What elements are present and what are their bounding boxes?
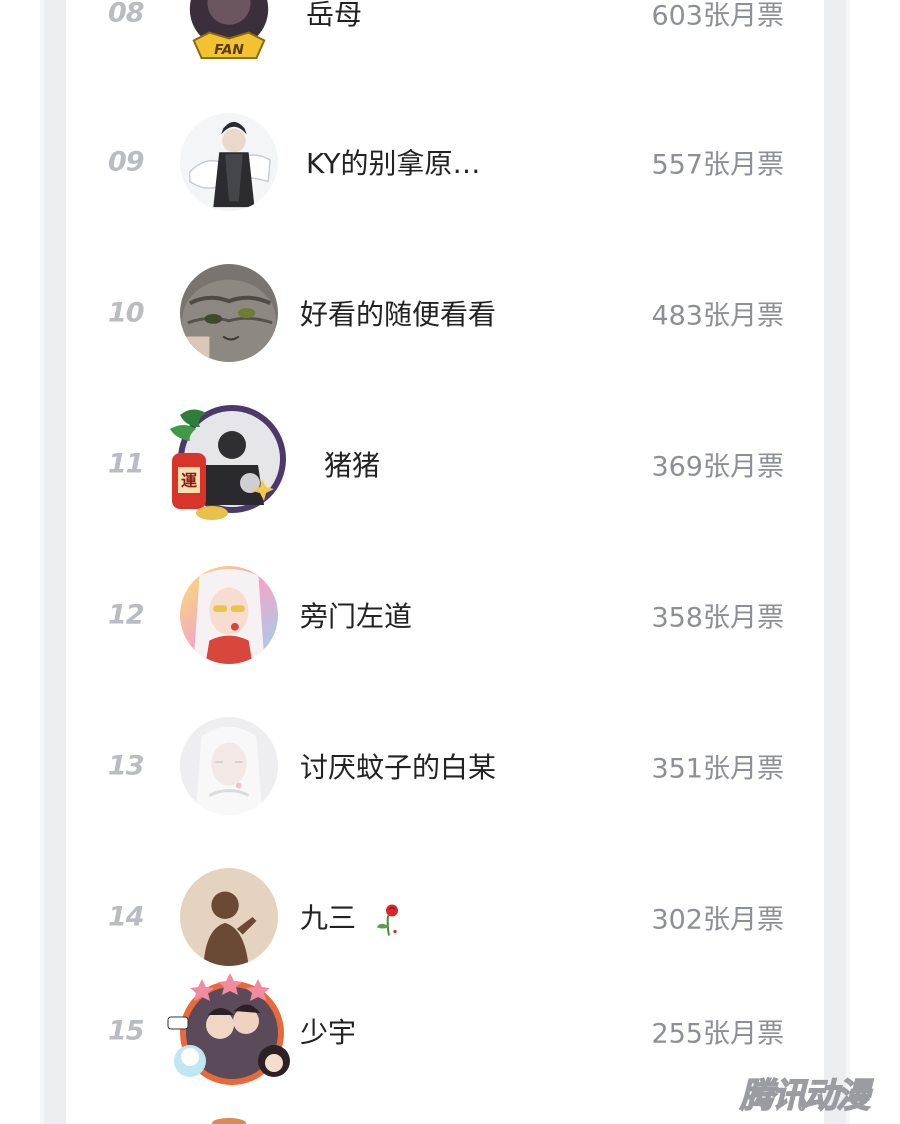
ticket-count: 255张月票 — [651, 1018, 784, 1050]
gutter-highlight — [846, 0, 850, 1124]
user-name: 好看的随便看看 — [300, 298, 497, 331]
swordsman-avatar-icon[interactable] — [180, 113, 278, 211]
ranking-row[interactable]: 09 KY的别拿原… 557张月票 — [66, 107, 824, 217]
rank-number: 09 — [108, 146, 145, 178]
watermark-logo: 腾讯动漫 — [739, 1075, 871, 1117]
rank-number: 11 — [108, 448, 145, 480]
ranking-row[interactable]: 13 讨厌蚊子的白某 351张月票 — [66, 711, 824, 821]
ranking-row[interactable]: 15 少宇 255张月票 — [66, 973, 824, 1086]
user-name: KY的别拿原… — [306, 147, 481, 180]
ranking-row[interactable]: 14 九三 302张月票 — [66, 862, 824, 972]
pale-avatar-icon[interactable] — [180, 717, 278, 815]
svg-text:運: 運 — [181, 471, 197, 490]
right-side-gutter — [824, 0, 850, 1124]
cat-avatar-icon[interactable] — [180, 264, 278, 362]
ranking-row[interactable]: 08 FAN 岳母 603张月票 — [66, 0, 824, 68]
silhouette-avatar-icon[interactable] — [180, 868, 278, 966]
ranking-row[interactable]: 11 運 猪猪 369张月票 — [66, 405, 824, 520]
rose-icon — [376, 904, 398, 936]
user-name: 猪猪 — [324, 449, 381, 482]
ticket-count: 351张月票 — [651, 753, 784, 785]
ticket-count: 358张月票 — [651, 602, 784, 634]
luck-frame-avatar-icon[interactable]: 運 — [166, 401, 292, 527]
monthly-ticket-ranking-list: 08 FAN 岳母 603张月票 09 KY的别拿原… 557张月票 10 好看… — [66, 0, 824, 1124]
user-name-text: 九三 — [300, 901, 357, 935]
user-name: 讨厌蚊子的白某 — [300, 751, 497, 784]
ticket-count: 483张月票 — [651, 300, 784, 332]
rank-number: 08 — [108, 0, 145, 29]
ticket-count: 557张月票 — [651, 149, 784, 181]
svg-text:FAN: FAN — [214, 42, 244, 58]
rank-number: 13 — [108, 750, 145, 782]
user-name: 岳母 — [306, 0, 363, 31]
user-name: 旁门左道 — [300, 600, 413, 633]
user-name: 九三 — [300, 897, 403, 938]
fan-frame-avatar-icon[interactable]: FAN — [180, 0, 278, 62]
ranking-row[interactable]: 10 好看的随便看看 483张月票 — [66, 258, 824, 368]
rainbow-girl-avatar-icon[interactable] — [180, 566, 278, 664]
rank-number: 10 — [108, 297, 145, 329]
gutter-highlight — [40, 0, 44, 1124]
star-frame-avatar-icon[interactable] — [164, 971, 296, 1091]
ranking-row[interactable]: 12 旁门左道 358张月票 — [66, 560, 824, 670]
rank-number: 12 — [108, 599, 145, 631]
rank-number: 14 — [108, 901, 145, 933]
rank-number: 15 — [108, 1015, 145, 1047]
next-avatar-partial — [212, 1118, 246, 1124]
ticket-count: 603张月票 — [651, 0, 784, 32]
ticket-count: 302张月票 — [651, 904, 784, 936]
ticket-count: 369张月票 — [651, 451, 784, 483]
left-side-gutter — [40, 0, 66, 1124]
user-name: 少宇 — [300, 1016, 357, 1049]
